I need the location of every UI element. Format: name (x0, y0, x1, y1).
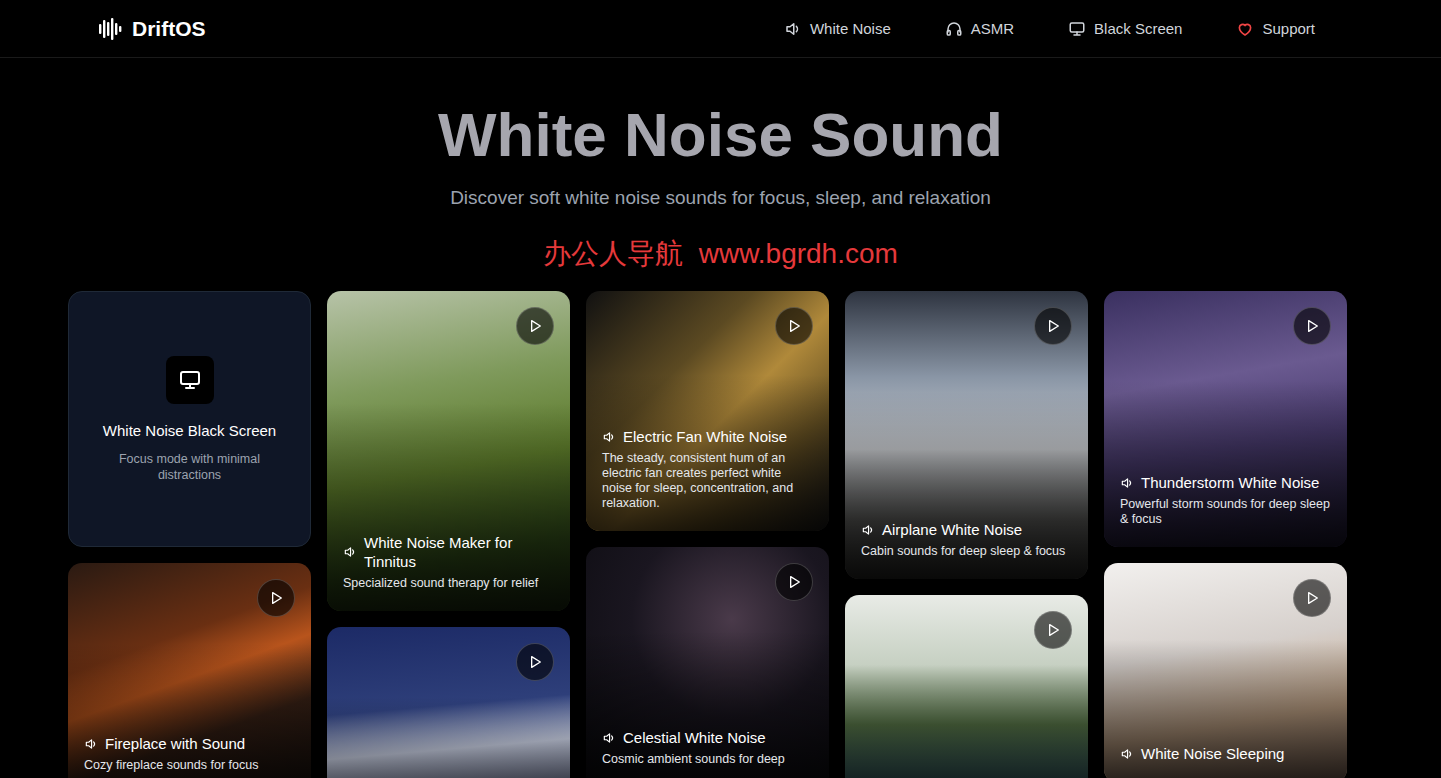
card-description: Powerful storm sounds for deep sleep & f… (1120, 497, 1331, 527)
play-button[interactable] (1293, 579, 1331, 617)
page: DriftOS White Noise ASMR Black Screen Suppor… (0, 0, 1441, 778)
grid-column: White Noise Black Screen Focus mode with … (68, 291, 311, 778)
monitor-icon (1068, 20, 1086, 38)
sound-card[interactable]: White Noise Maker for Tinnitus Specialize… (327, 291, 570, 611)
hero: White Noise Sound Discover soft white noi… (0, 58, 1441, 271)
nav-item[interactable]: White Noise (784, 20, 891, 38)
speaker-icon (1120, 747, 1134, 761)
watermark: 办公人导航 www.bgrdh.com (0, 237, 1441, 271)
brand-logo[interactable]: DriftOS (98, 17, 206, 41)
play-button[interactable] (516, 307, 554, 345)
card-title-text: Thunderstorm White Noise (1141, 473, 1319, 492)
card-description: Specialized sound therapy for relief (343, 576, 554, 591)
hero-subtitle: Discover soft white noise sounds for foc… (0, 186, 1441, 209)
speaker-icon (343, 545, 357, 559)
card-title: Fireplace with Sound (84, 734, 295, 753)
sound-card[interactable] (327, 627, 570, 778)
black-screen-card[interactable]: White Noise Black Screen Focus mode with … (68, 291, 311, 547)
grid-column: Electric Fan White Noise The steady, cons… (586, 291, 829, 778)
card-title-text: White Noise Sleeping (1141, 744, 1284, 763)
card-title: Airplane White Noise (861, 520, 1072, 539)
nav-label: Black Screen (1094, 20, 1182, 37)
nav-label: ASMR (971, 20, 1014, 37)
nav-label: White Noise (810, 20, 891, 37)
sound-card[interactable]: Fireplace with Sound Cozy fireplace sound… (68, 563, 311, 778)
play-button[interactable] (775, 563, 813, 601)
nav-label: Support (1262, 20, 1315, 37)
sound-grid: White Noise Black Screen Focus mode with … (0, 291, 1441, 778)
headphones-icon (945, 20, 963, 38)
play-icon (268, 590, 284, 606)
speaker-icon (602, 430, 616, 444)
nav-item[interactable]: ASMR (945, 20, 1014, 38)
speaker-icon (784, 20, 802, 38)
card-description: Cozy fireplace sounds for focus (84, 758, 295, 773)
card-title-text: White Noise Maker for Tinnitus (364, 533, 554, 571)
play-icon (1304, 318, 1320, 334)
sound-card[interactable]: White Noise Sleeping (1104, 563, 1347, 778)
play-button[interactable] (1034, 307, 1072, 345)
nav-item[interactable]: Black Screen (1068, 20, 1182, 38)
card-description: Cosmic ambient sounds for deep (602, 752, 813, 767)
grid-column: Airplane White Noise Cabin sounds for dee… (845, 291, 1088, 778)
grid-column: Thunderstorm White Noise Powerful storm s… (1104, 291, 1347, 778)
card-description: The steady, consistent hum of an electri… (602, 451, 813, 511)
play-icon (527, 654, 543, 670)
sound-card[interactable]: Electric Fan White Noise The steady, cons… (586, 291, 829, 531)
card-title-text: Fireplace with Sound (105, 734, 245, 753)
play-icon (527, 318, 543, 334)
speaker-icon (861, 523, 875, 537)
card-title: Celestial White Noise (602, 728, 813, 747)
play-button[interactable] (1293, 307, 1331, 345)
speaker-icon (602, 731, 616, 745)
card-title: White Noise Sleeping (1120, 744, 1331, 763)
header: DriftOS White Noise ASMR Black Screen Suppor… (0, 0, 1441, 58)
nav-item[interactable]: Support (1236, 20, 1315, 38)
waveform-icon (98, 18, 122, 40)
card-title: White Noise Black Screen (103, 422, 276, 439)
speaker-icon (84, 737, 98, 751)
play-button[interactable] (257, 579, 295, 617)
card-title: Electric Fan White Noise (602, 427, 813, 446)
heart-icon (1236, 20, 1254, 38)
card-description: Focus mode with minimal distractions (99, 451, 280, 483)
card-title-text: Celestial White Noise (623, 728, 766, 747)
play-icon (786, 318, 802, 334)
play-button[interactable] (775, 307, 813, 345)
hero-title: White Noise Sound (0, 98, 1441, 172)
grid-column: White Noise Maker for Tinnitus Specialize… (327, 291, 570, 778)
brand-name: DriftOS (132, 17, 206, 41)
card-title-text: Airplane White Noise (882, 520, 1022, 539)
card-title: Thunderstorm White Noise (1120, 473, 1331, 492)
play-icon (786, 574, 802, 590)
nav: White Noise ASMR Black Screen Support (784, 20, 1315, 38)
play-button[interactable] (516, 643, 554, 681)
play-icon (1304, 590, 1320, 606)
speaker-icon (1120, 476, 1134, 490)
play-icon (1045, 622, 1061, 638)
sound-card[interactable]: Airplane White Noise Cabin sounds for dee… (845, 291, 1088, 579)
sound-card[interactable]: Celestial White Noise Cosmic ambient soun… (586, 547, 829, 778)
sound-card[interactable] (845, 595, 1088, 778)
card-description: Cabin sounds for deep sleep & focus (861, 544, 1072, 559)
play-icon (1045, 318, 1061, 334)
card-title-text: Electric Fan White Noise (623, 427, 787, 446)
card-title: White Noise Maker for Tinnitus (343, 533, 554, 571)
monitor-icon (166, 356, 214, 404)
sound-card[interactable]: Thunderstorm White Noise Powerful storm s… (1104, 291, 1347, 547)
play-button[interactable] (1034, 611, 1072, 649)
